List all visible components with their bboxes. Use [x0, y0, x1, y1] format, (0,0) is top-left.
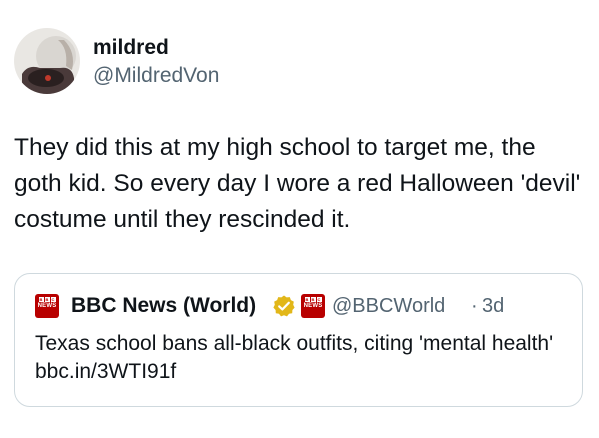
author-handle[interactable]: @MildredVon [93, 64, 219, 88]
logo-letter: B [304, 297, 310, 302]
logo-letter: C [50, 297, 56, 302]
logo-news-text: NEWS [37, 303, 57, 309]
logo-news-text: NEWS [303, 303, 323, 309]
quoted-author-display-name[interactable]: BBC News (World) [71, 294, 256, 318]
quoted-author-handle[interactable]: @BBCWorld [332, 295, 445, 318]
quoted-timestamp[interactable]: 3d [482, 295, 504, 318]
quoted-tweet-card[interactable]: B B C NEWS BBC News (World) B B C NEWS @… [14, 273, 583, 407]
bbc-news-logo-icon: B B C NEWS [35, 294, 59, 318]
verified-badge-icon [273, 295, 295, 317]
avatar-image [14, 28, 80, 94]
quoted-tweet-text: Texas school bans all-black outfits, cit… [35, 332, 554, 383]
logo-letter: B [38, 297, 44, 302]
separator-dot: · [471, 295, 478, 317]
tweet-text: They did this at my high school to targe… [14, 134, 581, 233]
author-display-name[interactable]: mildred [93, 36, 169, 60]
logo-letter: B [44, 297, 50, 302]
logo-letter: B [310, 297, 316, 302]
avatar[interactable] [14, 28, 80, 94]
bbc-news-affiliate-icon: B B C NEWS [301, 294, 325, 318]
logo-letter: C [316, 297, 322, 302]
